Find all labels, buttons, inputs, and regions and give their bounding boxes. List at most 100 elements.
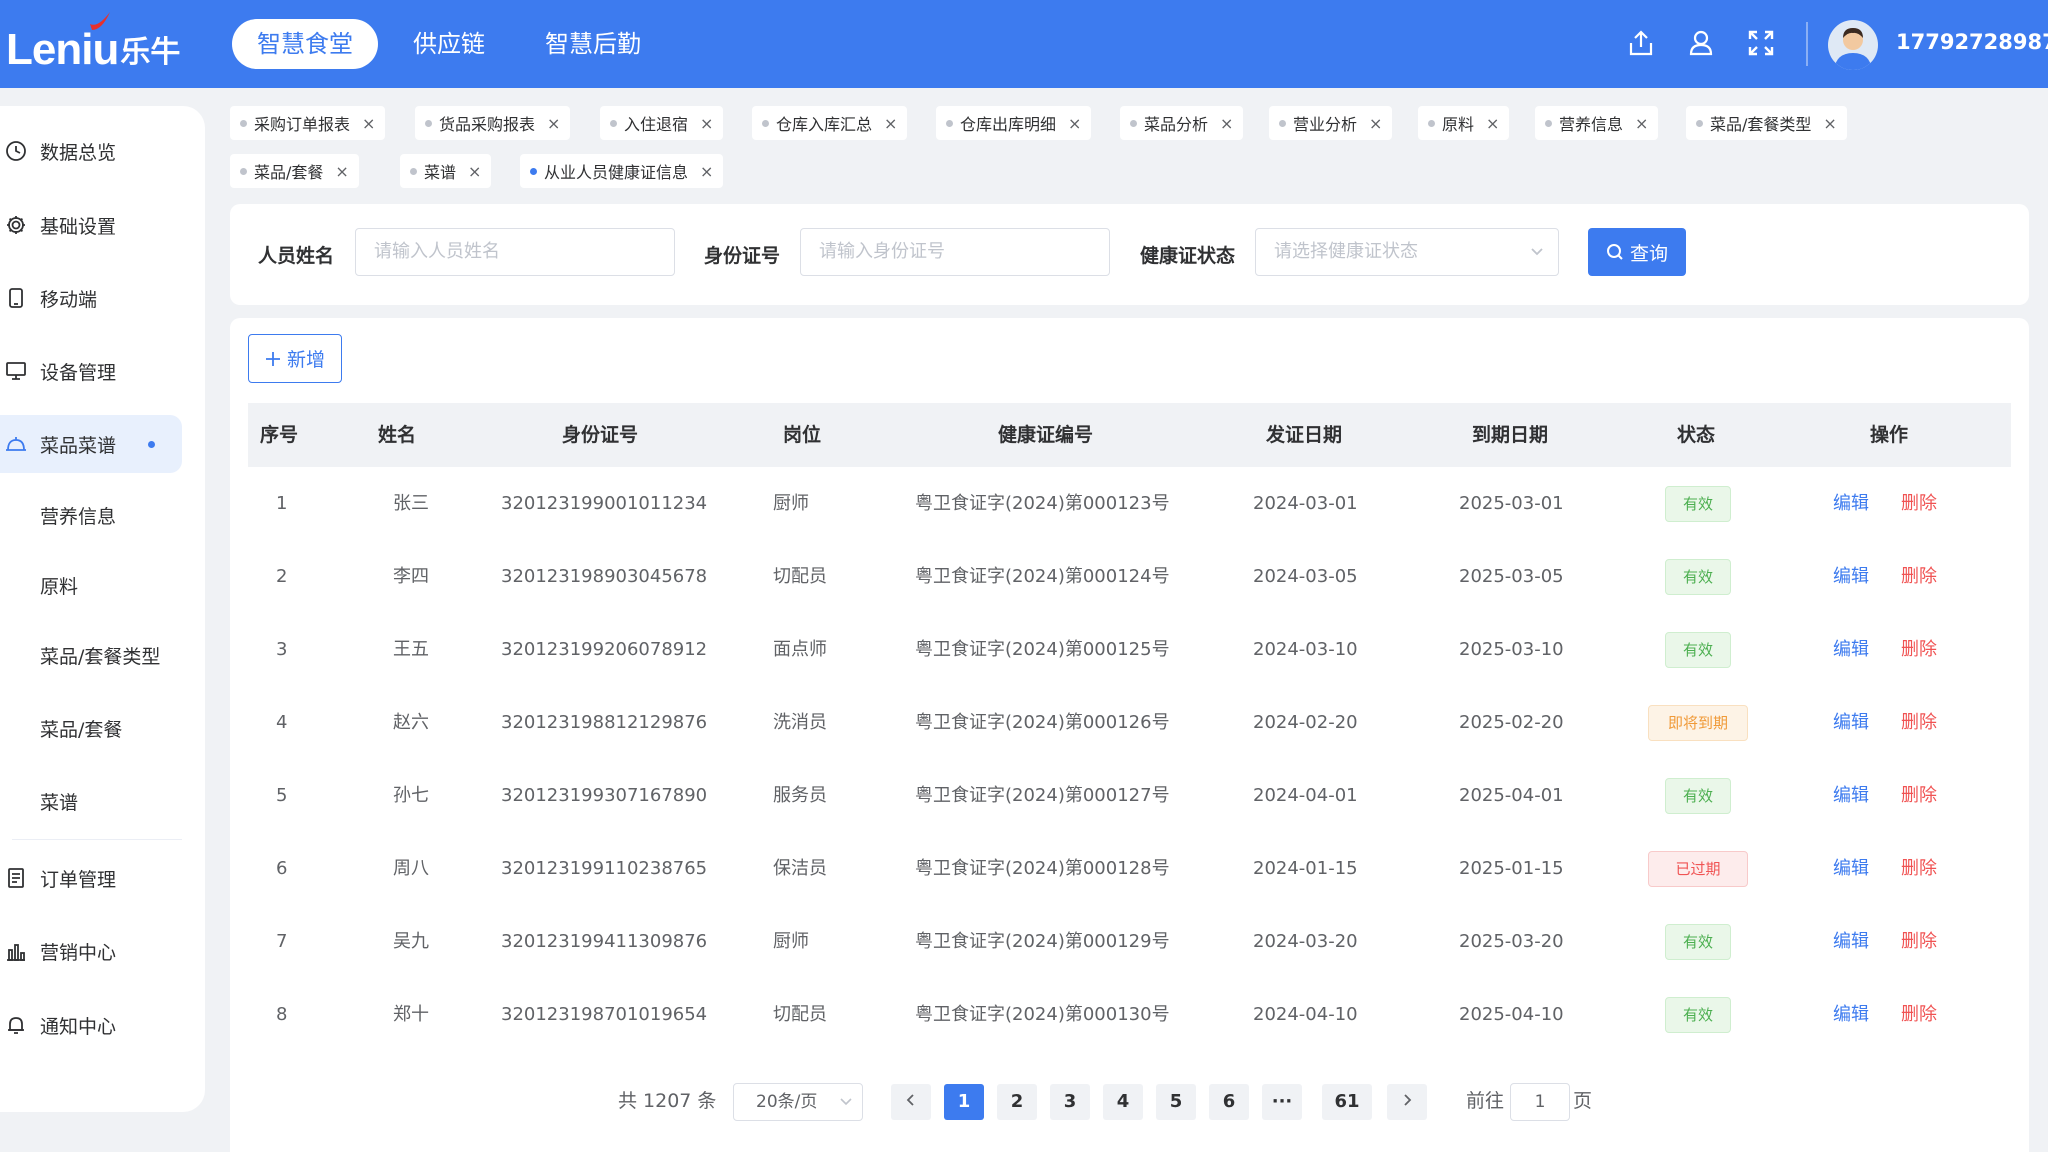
- tab-business-analysis[interactable]: 营业分析 ×: [1269, 106, 1393, 140]
- sidebar-subitem-ingredients[interactable]: 原料: [0, 556, 182, 614]
- sidebar-item-marketing-center[interactable]: 营销中心: [0, 922, 182, 980]
- tab-checkin-checkout[interactable]: 入住退宿 ×: [600, 106, 724, 140]
- user-icon[interactable]: [1684, 26, 1718, 60]
- close-icon[interactable]: ×: [884, 114, 897, 133]
- sidebar-item-order-management[interactable]: 订单管理: [0, 849, 182, 907]
- delete-link[interactable]: 删除: [1901, 686, 1937, 759]
- tab-nutrition[interactable]: 营养信息 ×: [1535, 106, 1659, 140]
- edit-link[interactable]: 编辑: [1833, 613, 1869, 686]
- query-button[interactable]: 查询: [1588, 228, 1686, 276]
- tab-label: 原料: [1442, 115, 1475, 134]
- cell-expire-date: 2025-04-10: [1459, 1004, 1564, 1025]
- top-nav-smart-canteen[interactable]: 智慧食堂: [232, 19, 378, 69]
- delete-link[interactable]: 删除: [1901, 467, 1937, 540]
- page-button[interactable]: 2: [997, 1084, 1037, 1120]
- cell-post: 洗消员: [773, 712, 827, 733]
- page-ellipsis[interactable]: ···: [1262, 1084, 1302, 1120]
- delete-link[interactable]: 删除: [1901, 759, 1937, 832]
- tab-ingredients[interactable]: 原料 ×: [1418, 106, 1510, 140]
- name-label: 人员姓名: [258, 245, 335, 267]
- tab-health-certificates[interactable]: 从业人员健康证信息 ×: [520, 154, 724, 188]
- cell-post: 服务员: [773, 785, 827, 806]
- tab-dish-sets[interactable]: 菜品/套餐 ×: [230, 154, 359, 188]
- delete-link[interactable]: 删除: [1901, 832, 1937, 905]
- sidebar-item-label: 基础设置: [40, 215, 117, 238]
- id-number-label: 身份证号: [704, 245, 781, 267]
- sidebar-subitem-recipes[interactable]: 菜谱: [0, 772, 182, 830]
- delete-link[interactable]: 删除: [1901, 905, 1937, 978]
- edit-link[interactable]: 编辑: [1833, 540, 1869, 613]
- add-button[interactable]: 新增: [248, 334, 342, 383]
- top-nav-supply-chain[interactable]: 供应链: [388, 19, 510, 69]
- cell-issue-date: 2024-04-01: [1253, 785, 1358, 806]
- sidebar-item-data-overview[interactable]: 数据总览: [0, 122, 182, 180]
- tab-warehouse-inbound-summary[interactable]: 仓库入库汇总 ×: [752, 106, 908, 140]
- tab-goods-purchase-report[interactable]: 货品采购报表 ×: [415, 106, 571, 140]
- user-phone[interactable]: 17792728987: [1896, 30, 2048, 54]
- close-icon[interactable]: ×: [547, 114, 560, 133]
- tab-dish-set-types[interactable]: 菜品/套餐类型 ×: [1686, 106, 1847, 140]
- tab-label: 菜品/套餐: [254, 163, 324, 182]
- name-input[interactable]: 请输入人员姓名: [355, 228, 675, 276]
- tab-recipes[interactable]: 菜谱 ×: [400, 154, 492, 188]
- fullscreen-icon[interactable]: [1744, 26, 1778, 60]
- next-page-button[interactable]: [1387, 1084, 1427, 1120]
- tab-warehouse-outbound-detail[interactable]: 仓库出库明细 ×: [936, 106, 1092, 140]
- close-icon[interactable]: ×: [1068, 114, 1081, 133]
- id-number-input[interactable]: 请输入身份证号: [800, 228, 1110, 276]
- close-icon[interactable]: ×: [1635, 114, 1648, 133]
- close-icon[interactable]: ×: [468, 162, 481, 181]
- edit-link[interactable]: 编辑: [1833, 686, 1869, 759]
- sidebar-subitem-dish-types[interactable]: 菜品/套餐类型: [0, 626, 182, 684]
- cert-status-select[interactable]: 请选择健康证状态: [1255, 228, 1559, 276]
- logo[interactable]: Leniu 乐牛: [6, 12, 180, 76]
- delete-link[interactable]: 删除: [1901, 613, 1937, 686]
- edit-link[interactable]: 编辑: [1833, 978, 1869, 1051]
- close-icon[interactable]: ×: [1369, 114, 1382, 133]
- close-icon[interactable]: ×: [1823, 114, 1836, 133]
- cell-expire-date: 2025-02-20: [1459, 712, 1564, 733]
- tab-dish-analysis[interactable]: 菜品分析 ×: [1120, 106, 1244, 140]
- page-button[interactable]: 4: [1103, 1084, 1143, 1120]
- edit-link[interactable]: 编辑: [1833, 759, 1869, 832]
- tab-purchase-order-report[interactable]: 采购订单报表 ×: [230, 106, 386, 140]
- close-icon[interactable]: ×: [335, 162, 348, 181]
- header-status: 状态: [1677, 424, 1716, 446]
- page-button[interactable]: 3: [1050, 1084, 1090, 1120]
- sidebar-item-device-management[interactable]: 设备管理: [0, 342, 182, 400]
- sidebar-item-label: 菜谱: [40, 791, 79, 814]
- avatar[interactable]: [1828, 20, 1878, 70]
- sidebar-item-label: 数据总览: [40, 141, 117, 164]
- close-icon[interactable]: ×: [1486, 114, 1499, 133]
- close-icon[interactable]: ×: [362, 114, 375, 133]
- edit-link[interactable]: 编辑: [1833, 467, 1869, 540]
- edit-link[interactable]: 编辑: [1833, 832, 1869, 905]
- status-badge: 有效: [1665, 632, 1731, 668]
- sidebar-item-basic-settings[interactable]: 基础设置: [0, 196, 182, 254]
- page-button[interactable]: 5: [1156, 1084, 1196, 1120]
- cell-post: 保洁员: [773, 858, 827, 879]
- sidebar-subitem-nutrition[interactable]: 营养信息: [0, 486, 182, 544]
- goto-page-input[interactable]: 1: [1510, 1083, 1570, 1121]
- sidebar-item-label: 菜品菜谱: [40, 434, 117, 457]
- sidebar-item-mobile[interactable]: 移动端: [0, 269, 182, 327]
- close-icon[interactable]: ×: [700, 114, 713, 133]
- close-icon[interactable]: ×: [700, 162, 713, 181]
- sidebar-item-dishes-recipes[interactable]: 菜品菜谱: [0, 415, 182, 473]
- page-button[interactable]: 61: [1322, 1084, 1372, 1120]
- delete-link[interactable]: 删除: [1901, 978, 1937, 1051]
- tab-dot: [610, 119, 617, 127]
- sidebar-subitem-dishes[interactable]: 菜品/套餐: [0, 699, 182, 757]
- page-size-select[interactable]: 20条/页: [733, 1083, 863, 1121]
- cell-cert-number: 粤卫食证字(2024)第000125号: [915, 639, 1170, 660]
- prev-page-button[interactable]: [891, 1084, 931, 1120]
- page-button[interactable]: 1: [944, 1084, 984, 1120]
- page-button[interactable]: 6: [1209, 1084, 1249, 1120]
- sidebar-item-notification-center[interactable]: 通知中心: [0, 996, 182, 1054]
- delete-link[interactable]: 删除: [1901, 540, 1937, 613]
- share-icon[interactable]: [1624, 26, 1658, 60]
- close-icon[interactable]: ×: [1220, 114, 1233, 133]
- edit-link[interactable]: 编辑: [1833, 905, 1869, 978]
- tab-dot: [425, 119, 432, 127]
- top-nav-smart-logistics[interactable]: 智慧后勤: [520, 19, 666, 69]
